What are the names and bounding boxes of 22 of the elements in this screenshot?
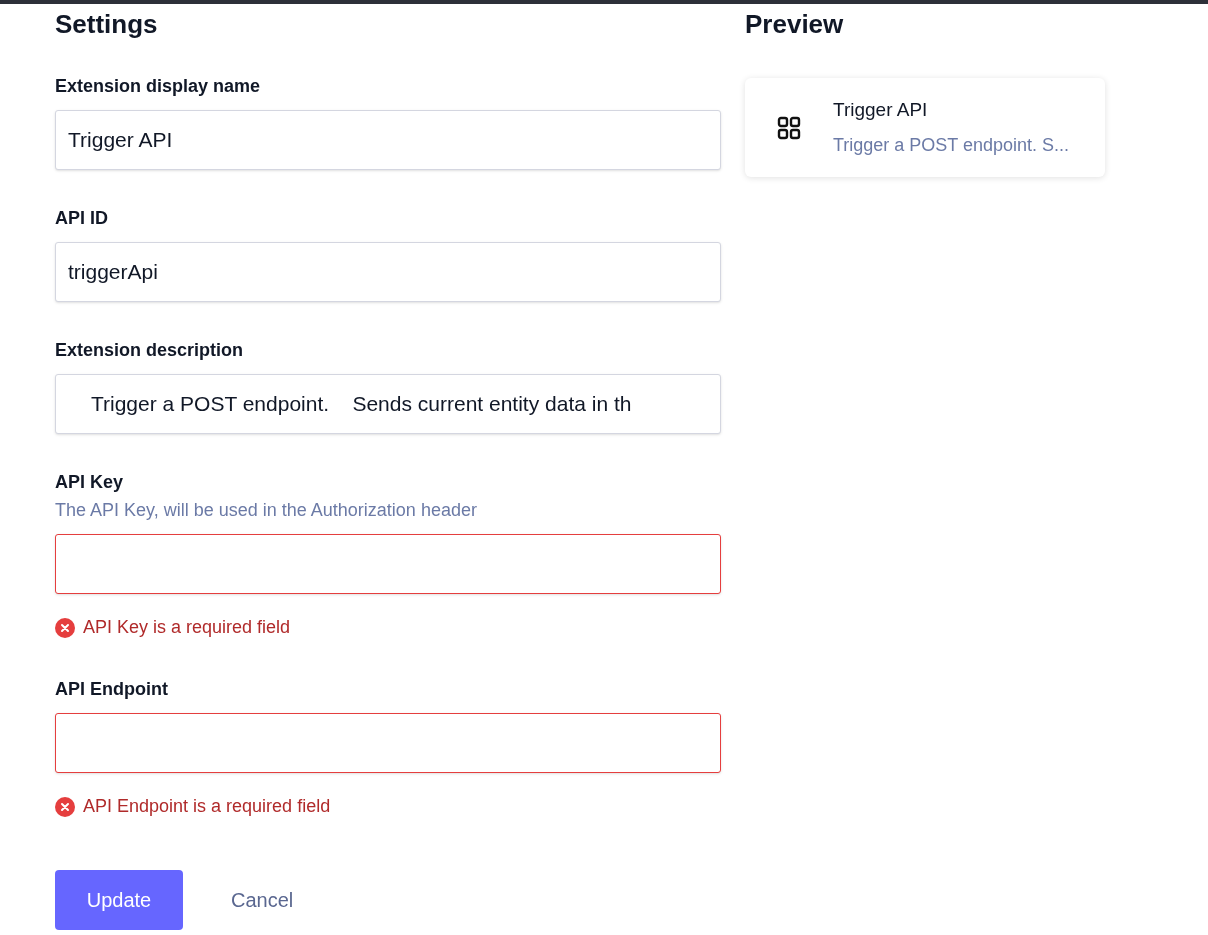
cancel-button[interactable]: Cancel bbox=[231, 885, 294, 915]
field-label: API Key bbox=[55, 471, 125, 494]
text-field[interactable] bbox=[55, 534, 721, 594]
error-icon bbox=[55, 796, 75, 817]
card-title: Trigger API bbox=[833, 97, 929, 122]
grid-icon bbox=[777, 115, 801, 140]
error-icon bbox=[55, 617, 75, 638]
field-label: Extension description bbox=[55, 339, 245, 362]
text-field[interactable]: Trigger API bbox=[55, 110, 721, 170]
field-hint: The API Key, will be used in the Authorization header bbox=[55, 499, 478, 522]
text-field[interactable]: triggerApi bbox=[55, 242, 721, 302]
text-field[interactable] bbox=[55, 713, 721, 773]
error-message: API Key is a required field bbox=[83, 616, 291, 639]
card-description: Trigger a POST endpoint. S... bbox=[833, 134, 1070, 158]
section-heading: Settings bbox=[55, 8, 159, 41]
error-message: API Endpoint is a required field bbox=[83, 795, 331, 818]
update-button[interactable]: Update bbox=[55, 870, 183, 930]
field-label: Extension display name bbox=[55, 75, 262, 98]
section-heading: Preview bbox=[745, 8, 845, 41]
text-field[interactable]: Trigger a POST endpoint. Sends current entity data in th bbox=[55, 374, 721, 434]
field-label: API ID bbox=[55, 207, 109, 230]
field-label: API Endpoint bbox=[55, 678, 169, 701]
